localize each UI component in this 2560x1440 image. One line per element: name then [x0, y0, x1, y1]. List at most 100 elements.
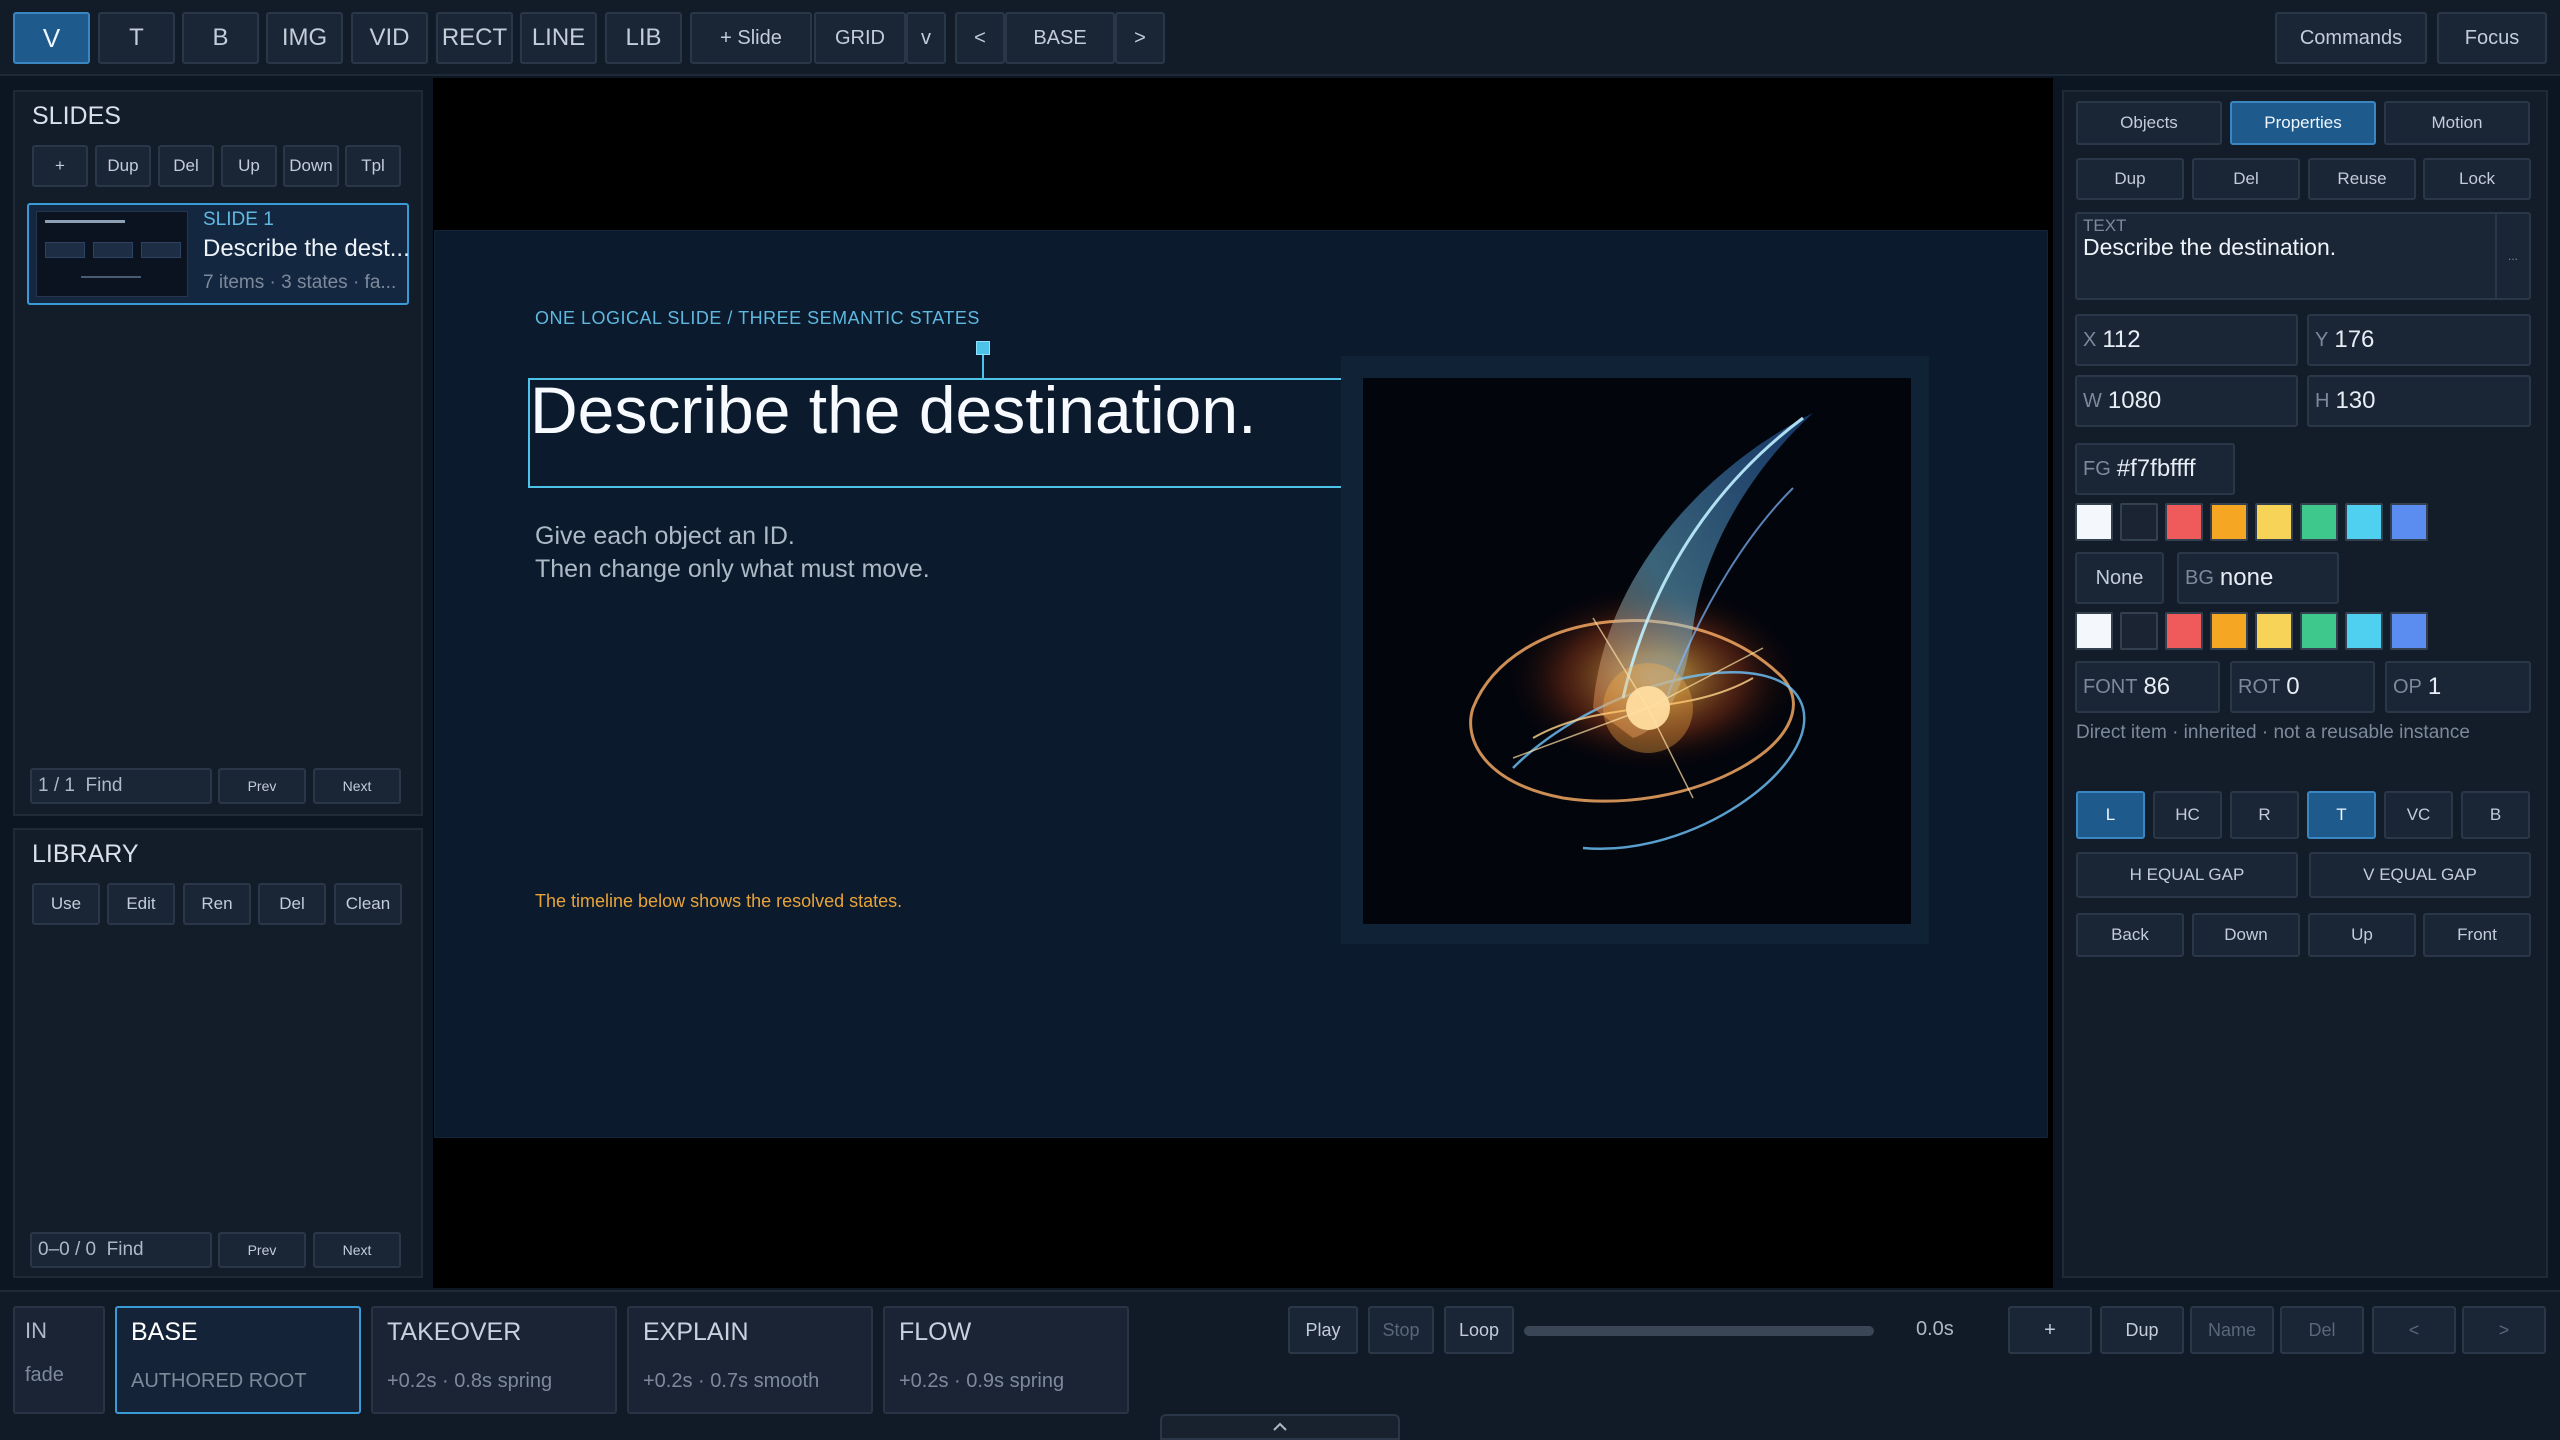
reuse-item-button[interactable]: Reuse	[2308, 158, 2416, 200]
slide-footnote-text[interactable]: The timeline below shows the resolved st…	[535, 891, 902, 912]
library-find-input[interactable]: 0–0 / 0 Find	[30, 1232, 212, 1268]
next-state-button[interactable]: >	[1115, 12, 1165, 64]
fg-swatch-orange[interactable]	[2210, 503, 2248, 541]
rotation-field[interactable]: ROT 0	[2230, 661, 2375, 713]
fg-swatch-dark[interactable]	[2120, 503, 2158, 541]
send-to-back-button[interactable]: Back	[2076, 913, 2184, 957]
fg-swatch-red[interactable]	[2165, 503, 2203, 541]
align-right-button[interactable]: R	[2230, 791, 2299, 839]
library-clean-button[interactable]: Clean	[334, 883, 402, 925]
text-expand-button[interactable]: ...	[2495, 214, 2529, 298]
bg-swatch-dark[interactable]	[2120, 612, 2158, 650]
bg-swatch-orange[interactable]	[2210, 612, 2248, 650]
fg-swatch-white[interactable]	[2075, 503, 2113, 541]
height-field[interactable]: H 130	[2307, 375, 2531, 427]
prev-state-button[interactable]: <	[955, 12, 1005, 64]
h-equal-gap-button[interactable]: H EQUAL GAP	[2076, 852, 2298, 898]
v-equal-gap-button[interactable]: V EQUAL GAP	[2309, 852, 2531, 898]
tool-library[interactable]: LIB	[605, 12, 682, 64]
state-card-base[interactable]: BASE AUTHORED ROOT	[115, 1306, 361, 1414]
delete-state-button[interactable]: Del	[2280, 1306, 2364, 1354]
slides-prev-button[interactable]: Prev	[218, 768, 306, 804]
bg-swatch-white[interactable]	[2075, 612, 2113, 650]
stop-button[interactable]: Stop	[1368, 1306, 1434, 1354]
bg-swatch-blue[interactable]	[2390, 612, 2428, 650]
y-position-field[interactable]: Y 176	[2307, 314, 2531, 366]
loop-button[interactable]: Loop	[1444, 1306, 1514, 1354]
fg-swatch-green[interactable]	[2300, 503, 2338, 541]
focus-button[interactable]: Focus	[2437, 12, 2547, 64]
fg-swatch-yellow[interactable]	[2255, 503, 2293, 541]
bg-swatch-green[interactable]	[2300, 612, 2338, 650]
library-delete-button[interactable]: Del	[258, 883, 326, 925]
add-slide-button[interactable]: + Slide	[690, 12, 812, 64]
state-select[interactable]: BASE	[1005, 12, 1115, 64]
align-left-button[interactable]: L	[2076, 791, 2145, 839]
timeline-scrubber-track[interactable]	[1524, 1326, 1874, 1336]
library-prev-button[interactable]: Prev	[218, 1232, 306, 1268]
align-bottom-button[interactable]: B	[2461, 791, 2530, 839]
play-button[interactable]: Play	[1288, 1306, 1358, 1354]
slides-next-button[interactable]: Next	[313, 768, 401, 804]
grid-toggle-button[interactable]: GRID	[814, 12, 906, 64]
grid-menu-button[interactable]: v	[906, 12, 946, 64]
slide-kicker-text[interactable]: ONE LOGICAL SLIDE / THREE SEMANTIC STATE…	[535, 308, 980, 329]
tool-select[interactable]: V	[13, 12, 90, 64]
slide-image[interactable]	[1363, 378, 1911, 924]
add-state-button[interactable]: +	[2008, 1306, 2092, 1354]
slides-find-input[interactable]: 1 / 1 Find	[30, 768, 212, 804]
tab-motion[interactable]: Motion	[2384, 101, 2530, 145]
tab-properties[interactable]: Properties	[2230, 101, 2376, 145]
transition-in-card[interactable]: IN fade	[13, 1306, 105, 1414]
align-top-button[interactable]: T	[2307, 791, 2376, 839]
slide-body-line-2[interactable]: Then change only what must move.	[535, 555, 930, 584]
slide-template-button[interactable]: Tpl	[345, 145, 401, 187]
collapse-timeline-handle[interactable]	[1160, 1414, 1400, 1440]
commands-button[interactable]: Commands	[2275, 12, 2427, 64]
state-card-flow[interactable]: FLOW +0.2s · 0.9s spring	[883, 1306, 1129, 1414]
library-use-button[interactable]: Use	[32, 883, 100, 925]
opacity-field[interactable]: OP 1	[2385, 661, 2531, 713]
move-slide-up-button[interactable]: Up	[221, 145, 277, 187]
delete-item-button[interactable]: Del	[2192, 158, 2300, 200]
bg-none-button[interactable]: None	[2075, 552, 2164, 604]
tool-image[interactable]: IMG	[266, 12, 343, 64]
font-size-field[interactable]: FONT 86	[2075, 661, 2220, 713]
next-state-step-button[interactable]: >	[2462, 1306, 2546, 1354]
lock-item-button[interactable]: Lock	[2423, 158, 2531, 200]
rename-state-button[interactable]: Name	[2190, 1306, 2274, 1354]
align-vcenter-button[interactable]: VC	[2384, 791, 2453, 839]
x-position-field[interactable]: X 112	[2075, 314, 2298, 366]
background-color-field[interactable]: BG none	[2177, 552, 2339, 604]
tool-box[interactable]: B	[182, 12, 259, 64]
text-content-field[interactable]: TEXT Describe the destination. ...	[2075, 212, 2531, 300]
tool-line[interactable]: LINE	[520, 12, 597, 64]
tool-rect[interactable]: RECT	[436, 12, 513, 64]
tab-objects[interactable]: Objects	[2076, 101, 2222, 145]
tool-text[interactable]: T	[98, 12, 175, 64]
delete-slide-button[interactable]: Del	[158, 145, 214, 187]
duplicate-slide-button[interactable]: Dup	[95, 145, 151, 187]
selection-box[interactable]	[528, 378, 1436, 488]
tool-video[interactable]: VID	[351, 12, 428, 64]
bg-swatch-cyan[interactable]	[2345, 612, 2383, 650]
bg-swatch-red[interactable]	[2165, 612, 2203, 650]
bring-forward-button[interactable]: Up	[2308, 913, 2416, 957]
bring-to-front-button[interactable]: Front	[2423, 913, 2531, 957]
fg-swatch-cyan[interactable]	[2345, 503, 2383, 541]
state-card-takeover[interactable]: TAKEOVER +0.2s · 0.8s spring	[371, 1306, 617, 1414]
library-next-button[interactable]: Next	[313, 1232, 401, 1268]
library-edit-button[interactable]: Edit	[107, 883, 175, 925]
bg-swatch-yellow[interactable]	[2255, 612, 2293, 650]
slide-body-line-1[interactable]: Give each object an ID.	[535, 522, 795, 551]
move-slide-down-button[interactable]: Down	[283, 145, 339, 187]
duplicate-state-button[interactable]: Dup	[2100, 1306, 2184, 1354]
previous-state-button[interactable]: <	[2372, 1306, 2456, 1354]
fg-swatch-blue[interactable]	[2390, 503, 2428, 541]
send-backward-button[interactable]: Down	[2192, 913, 2300, 957]
library-rename-button[interactable]: Ren	[183, 883, 251, 925]
align-hcenter-button[interactable]: HC	[2153, 791, 2222, 839]
width-field[interactable]: W 1080	[2075, 375, 2298, 427]
rotate-handle[interactable]	[976, 341, 990, 355]
state-card-explain[interactable]: EXPLAIN +0.2s · 0.7s smooth	[627, 1306, 873, 1414]
